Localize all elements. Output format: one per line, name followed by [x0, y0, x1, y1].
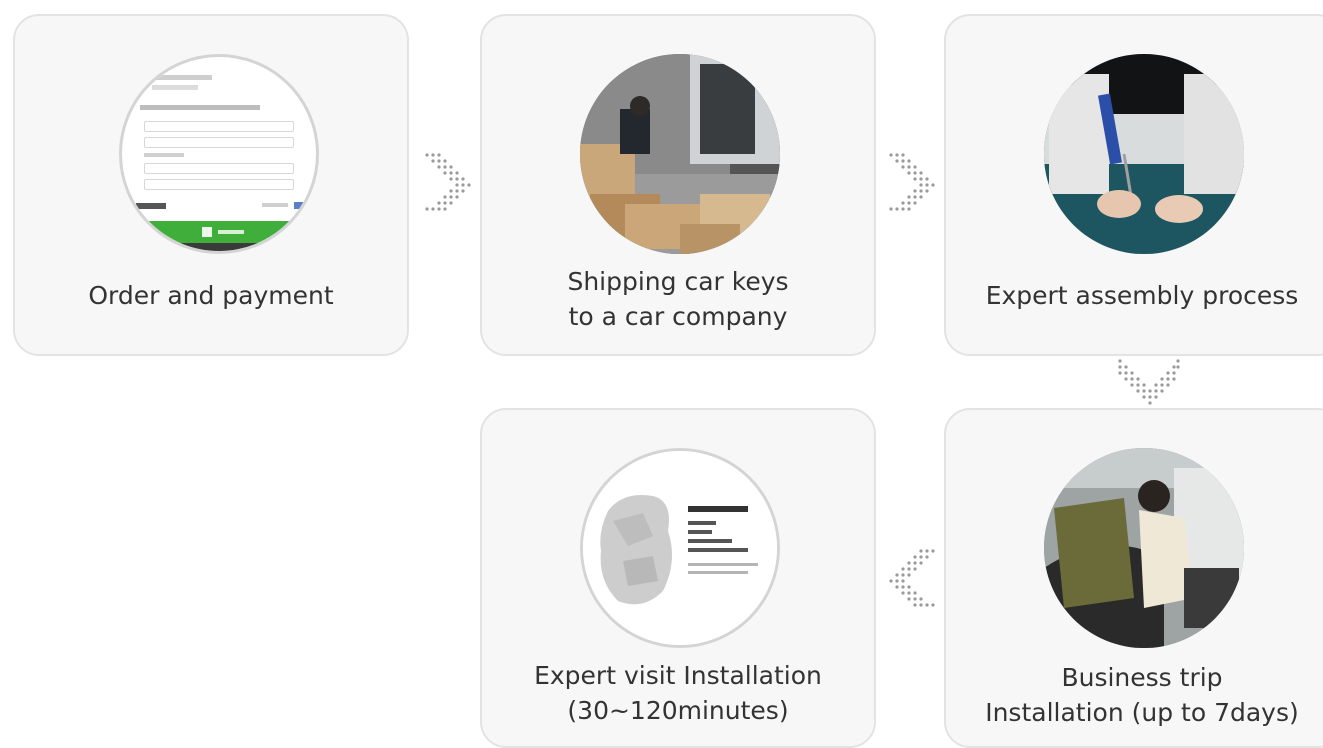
step-card-business-trip: Business trip Installation (up to 7days) — [944, 408, 1323, 748]
arrow-right-icon — [424, 152, 472, 214]
step-caption-assembly: Expert assembly process — [985, 281, 1299, 310]
step-caption-shipping: Shipping car keys to a car company — [567, 267, 789, 331]
step-card-order: Order and payment — [13, 14, 409, 356]
soldering-image — [1044, 54, 1244, 254]
region-map-image — [580, 448, 780, 648]
step-card-shipping: Shipping car keys to a car company — [480, 14, 876, 356]
arrow-right-icon — [888, 152, 936, 214]
arrow-left-icon — [888, 548, 936, 610]
order-form-image — [119, 54, 319, 254]
step-caption-order: Order and payment — [88, 281, 334, 310]
delivery-boxes-image — [580, 54, 780, 254]
step-caption-business-trip: Business trip Installation (up to 7days) — [985, 663, 1299, 727]
car-installation-image — [1044, 448, 1244, 648]
step-caption-expert-visit: Expert visit Installation (30~120minutes… — [534, 661, 822, 725]
step-card-assembly: Expert assembly process — [944, 14, 1323, 356]
arrow-down-icon — [1117, 358, 1181, 406]
step-card-expert-visit: Expert visit Installation (30~120minutes… — [480, 408, 876, 748]
